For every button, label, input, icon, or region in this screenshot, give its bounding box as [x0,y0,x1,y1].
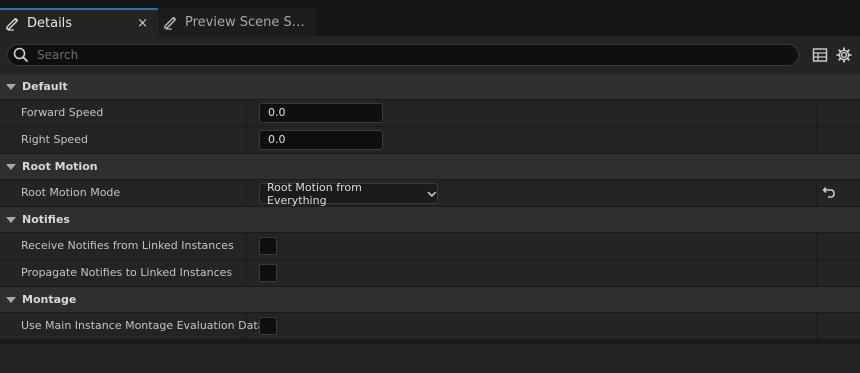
details-panel: Details × Preview Scene S… Search Defaul… [0,0,860,373]
column-divider [816,260,817,286]
pencil-icon [164,17,176,30]
column-divider [816,180,817,206]
category-root-motion[interactable]: Root Motion [0,154,860,180]
empty-panel-area [0,344,860,373]
property-right-speed: Right Speed 0.0 [0,127,860,154]
column-divider [816,233,817,259]
search-input[interactable] [35,47,779,63]
category-montage[interactable]: Montage [0,287,860,313]
tab-details[interactable]: Details × [0,8,158,36]
propagate-notifies-checkbox[interactable] [259,264,277,282]
property-label: Propagate Notifies to Linked Instances [21,266,233,279]
property-receive-notifies: Receive Notifies from Linked Instances [0,233,860,260]
column-divider[interactable] [246,127,247,153]
property-label: Right Speed [21,133,88,146]
category-label: Default [22,80,68,93]
column-divider [816,100,817,126]
expand-arrow-icon[interactable] [6,296,16,303]
property-label: Receive Notifies from Linked Instances [21,239,234,252]
column-divider [816,127,817,153]
tab-bar: Details × Preview Scene S… [0,0,860,36]
gear-icon[interactable] [836,47,852,63]
expand-arrow-icon[interactable] [6,83,16,90]
expand-arrow-icon[interactable] [6,216,16,223]
category-default[interactable]: Default [0,74,860,100]
column-divider [816,313,817,339]
category-notifies[interactable]: Notifies [0,207,860,233]
column-divider[interactable] [246,260,247,286]
category-label: Montage [22,293,77,306]
category-label: Notifies [22,213,70,226]
reset-arrow-icon[interactable] [820,185,836,201]
dropdown-value: Root Motion from Everything [267,180,362,207]
property-label: Forward Speed [21,106,104,119]
property-list: Default Forward Speed 0.0 Right Speed 0.… [0,74,860,340]
table-grid-icon[interactable] [812,47,828,63]
expand-arrow-icon[interactable] [6,163,16,170]
right-speed-input[interactable]: 0.0 [259,130,383,150]
tab-preview-label: Preview Scene S… [185,14,305,30]
column-divider[interactable] [246,233,247,259]
property-use-main-instance-montage: Use Main Instance Montage Evaluation Dat… [0,313,860,340]
property-label: Root Motion Mode [21,186,121,199]
tab-preview-scene-settings[interactable]: Preview Scene S… [158,8,316,36]
forward-speed-input[interactable]: 0.0 [259,103,383,123]
use-main-instance-montage-checkbox[interactable] [259,317,277,335]
pencil-icon [6,18,18,31]
tab-details-label: Details [27,15,73,31]
search-box[interactable] [7,44,799,66]
category-label: Root Motion [22,160,98,173]
property-propagate-notifies: Propagate Notifies to Linked Instances [0,260,860,287]
column-divider[interactable] [246,100,247,126]
receive-notifies-checkbox[interactable] [259,237,277,255]
chevron-down-icon [427,191,437,197]
root-motion-mode-dropdown[interactable]: Root Motion from Everything [259,180,438,207]
column-divider[interactable] [246,313,247,339]
close-icon[interactable]: × [137,17,148,30]
search-toolbar [0,36,860,74]
property-label: Use Main Instance Montage Evaluation Dat… [21,319,265,332]
column-divider[interactable] [246,180,247,206]
search-icon [13,47,29,63]
property-forward-speed: Forward Speed 0.0 [0,100,860,127]
property-root-motion-mode: Root Motion Mode Root Motion from Everyt… [0,180,860,207]
